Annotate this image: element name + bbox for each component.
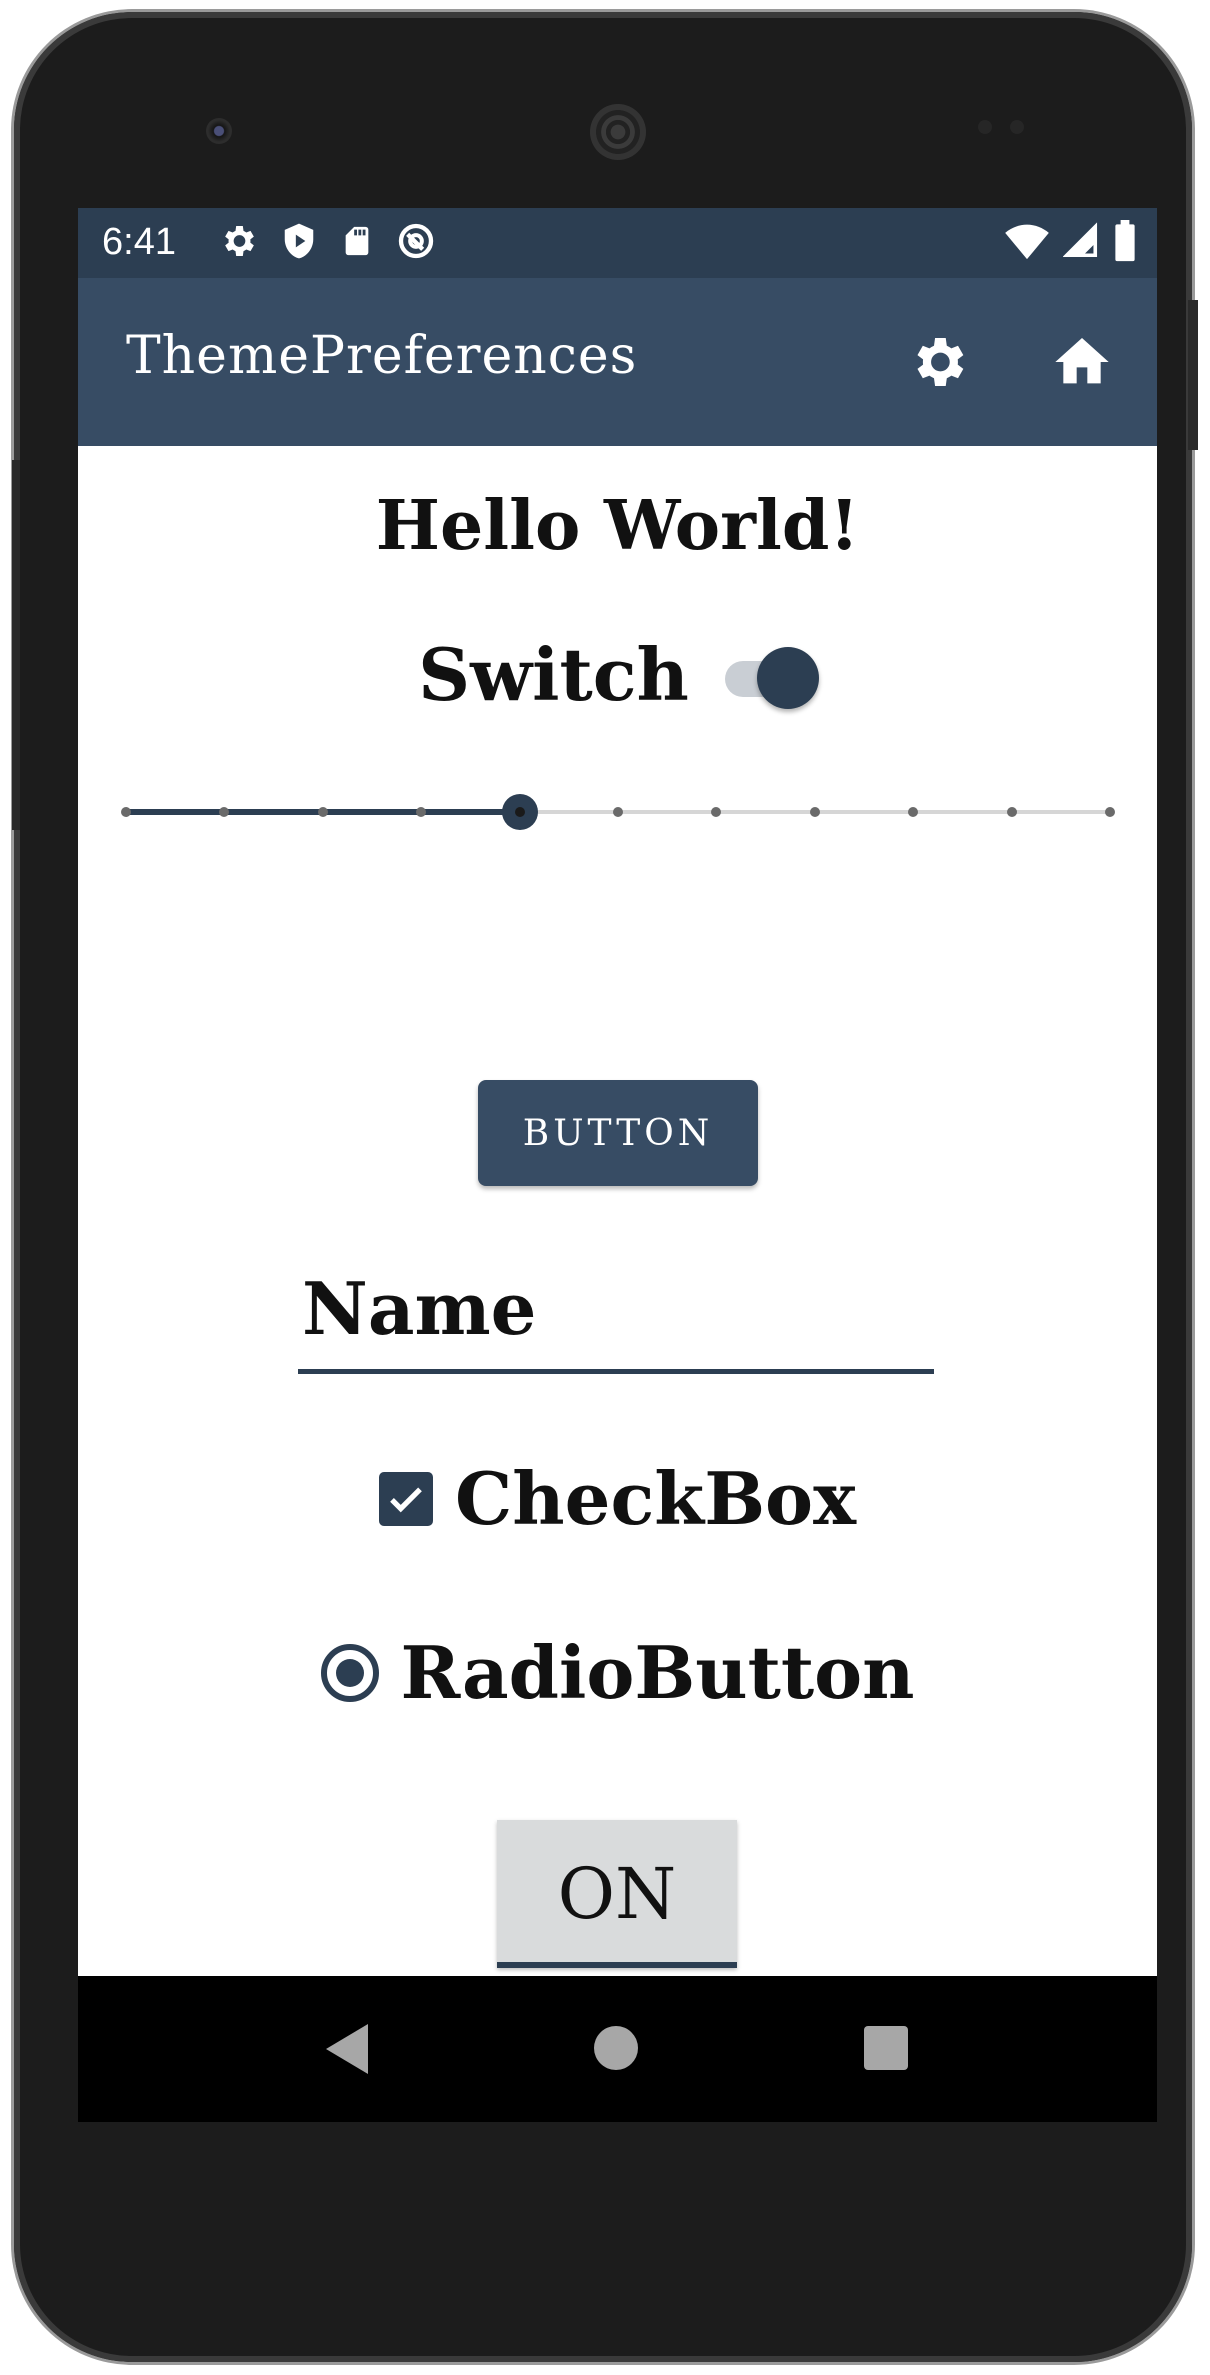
seekbar-tick	[219, 807, 230, 817]
name-field[interactable]: Name	[298, 1264, 934, 1374]
switch-row[interactable]: Switch	[78, 632, 1157, 717]
signal-icon	[1063, 222, 1098, 258]
battery-icon	[1115, 220, 1135, 262]
back-icon[interactable]	[326, 2024, 368, 2074]
toggle-indicator	[497, 1962, 737, 1968]
status-icons-left	[218, 221, 436, 261]
status-time: 6:41	[102, 221, 176, 263]
earpiece-speaker	[590, 104, 646, 160]
radio-label: RadioButton	[400, 1630, 915, 1715]
name-field-underline	[298, 1369, 934, 1374]
seekbar-tick	[121, 807, 131, 817]
volume-button	[1188, 300, 1198, 450]
radio-button[interactable]	[320, 1643, 379, 1702]
content-area: Hello World! Switch BUTTON Name CheckBox…	[78, 446, 1157, 2074]
seekbar-thumb[interactable]	[501, 794, 538, 830]
seekbar-tick	[1006, 807, 1017, 817]
light-sensor	[1010, 120, 1024, 134]
radio-row[interactable]: RadioButton	[78, 1630, 1157, 1715]
front-camera	[206, 118, 232, 144]
gear-icon	[225, 226, 254, 256]
home-icon[interactable]	[1050, 330, 1114, 394]
seekbar-tick	[613, 807, 623, 817]
app-bar: ThemePreferences	[78, 278, 1157, 446]
recents-icon[interactable]	[864, 2026, 908, 2070]
seekbar-tick	[317, 807, 328, 817]
checkbox-row[interactable]: CheckBox	[78, 1456, 1157, 1541]
app-title: ThemePreferences	[126, 326, 638, 386]
toggle-label: ON	[557, 1853, 677, 1935]
phone-frame: 6:41 ThemePreferences Hello World! Switc…	[14, 12, 1192, 2362]
shield-icon	[284, 223, 314, 259]
proximity-sensor	[978, 120, 992, 134]
switch-toggle[interactable]	[721, 645, 819, 709]
sync-icon	[398, 223, 434, 259]
settings-icon[interactable]	[906, 330, 970, 394]
sd-card-icon	[345, 226, 369, 256]
wifi-icon	[1005, 224, 1049, 260]
discrete-seekbar[interactable]	[121, 792, 1115, 832]
checkmark-icon	[390, 1487, 422, 1512]
home-nav-icon[interactable]	[594, 2026, 638, 2070]
status-bar: 6:41	[78, 208, 1157, 278]
toggle-button[interactable]: ON	[497, 1820, 737, 1968]
seekbar-tick	[711, 807, 722, 817]
power-button	[12, 460, 20, 830]
screen: 6:41 ThemePreferences Hello World! Switc…	[78, 208, 1157, 2122]
seekbar-tick	[908, 807, 919, 817]
switch-label: Switch	[418, 632, 689, 717]
switch-thumb	[756, 646, 819, 709]
seekbar-tick	[416, 807, 427, 817]
name-field-text: Name	[302, 1266, 537, 1351]
navigation-bar	[78, 1976, 1157, 2122]
status-icons-right	[1005, 220, 1137, 262]
material-button[interactable]: BUTTON	[478, 1080, 758, 1186]
checkbox[interactable]	[379, 1471, 433, 1526]
checkbox-label: CheckBox	[455, 1456, 856, 1541]
hello-text: Hello World!	[375, 486, 860, 566]
seekbar-tick	[809, 807, 820, 817]
seekbar-tick	[1105, 807, 1115, 817]
